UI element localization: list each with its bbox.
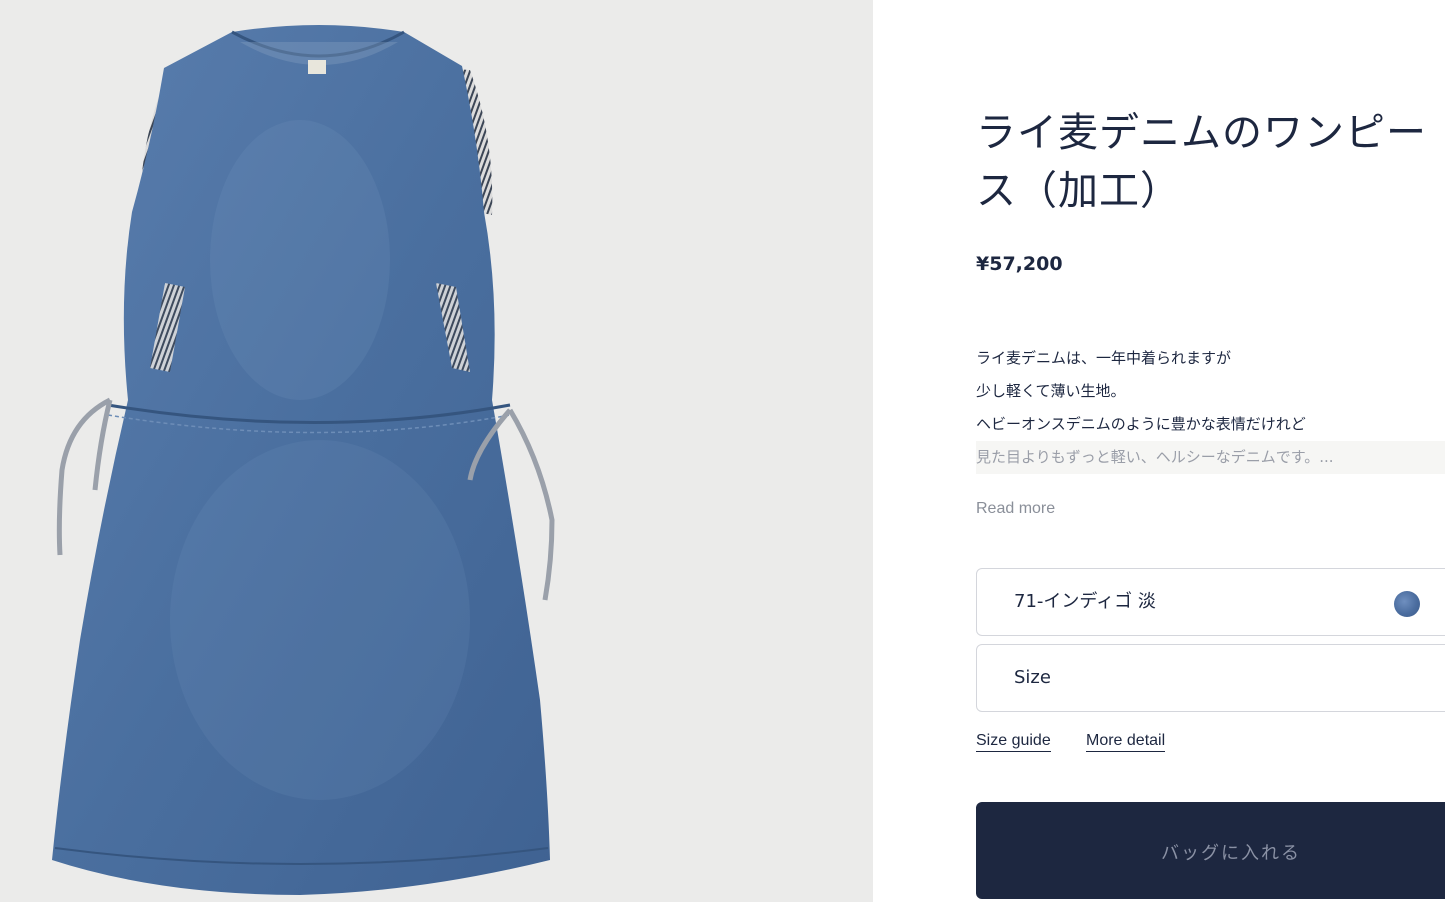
product-image-gallery — [0, 0, 873, 902]
description-line-faded: 見た目よりもずっと軽い、ヘルシーなデニムです。... — [976, 441, 1445, 474]
product-image-denim-dress — [52, 25, 555, 895]
size-guide-link[interactable]: Size guide — [976, 732, 1051, 752]
more-detail-link[interactable]: More detail — [1086, 732, 1166, 752]
color-select-label: 71-インディゴ 淡 — [1014, 591, 1156, 612]
product-title-line-2: ス（加工） — [976, 168, 1181, 214]
add-to-bag-button[interactable]: バッグに入れる — [976, 802, 1445, 899]
description-line: 少し軽くて薄い生地。 — [976, 382, 1126, 400]
size-select-label: Size — [1014, 667, 1051, 688]
description-line: ライ麦デニムは、一年中着られますが — [976, 349, 1232, 367]
product-info-panel: ライ麦デニムのワンピー ス（加工） ¥57,200 ライ麦デニムは、一年中着られ… — [976, 0, 1445, 902]
product-price: ¥57,200 — [976, 253, 1063, 275]
product-description: ライ麦デニムは、一年中着られますが 少し軽くて薄い生地。 ヘビーオンスデニムのよ… — [976, 342, 1445, 474]
add-to-bag-label: バッグに入れる — [1161, 843, 1301, 864]
color-swatch — [1394, 591, 1420, 617]
read-more-link[interactable]: Read more — [976, 500, 1055, 518]
size-select[interactable]: Size — [976, 644, 1445, 712]
product-title-line-1: ライ麦デニムのワンピー — [976, 110, 1427, 156]
description-line: ヘビーオンスデニムのように豊かな表情だけれど — [976, 415, 1306, 433]
color-select[interactable]: 71-インディゴ 淡 — [976, 568, 1445, 636]
product-title: ライ麦デニムのワンピー ス（加工） — [976, 104, 1445, 220]
